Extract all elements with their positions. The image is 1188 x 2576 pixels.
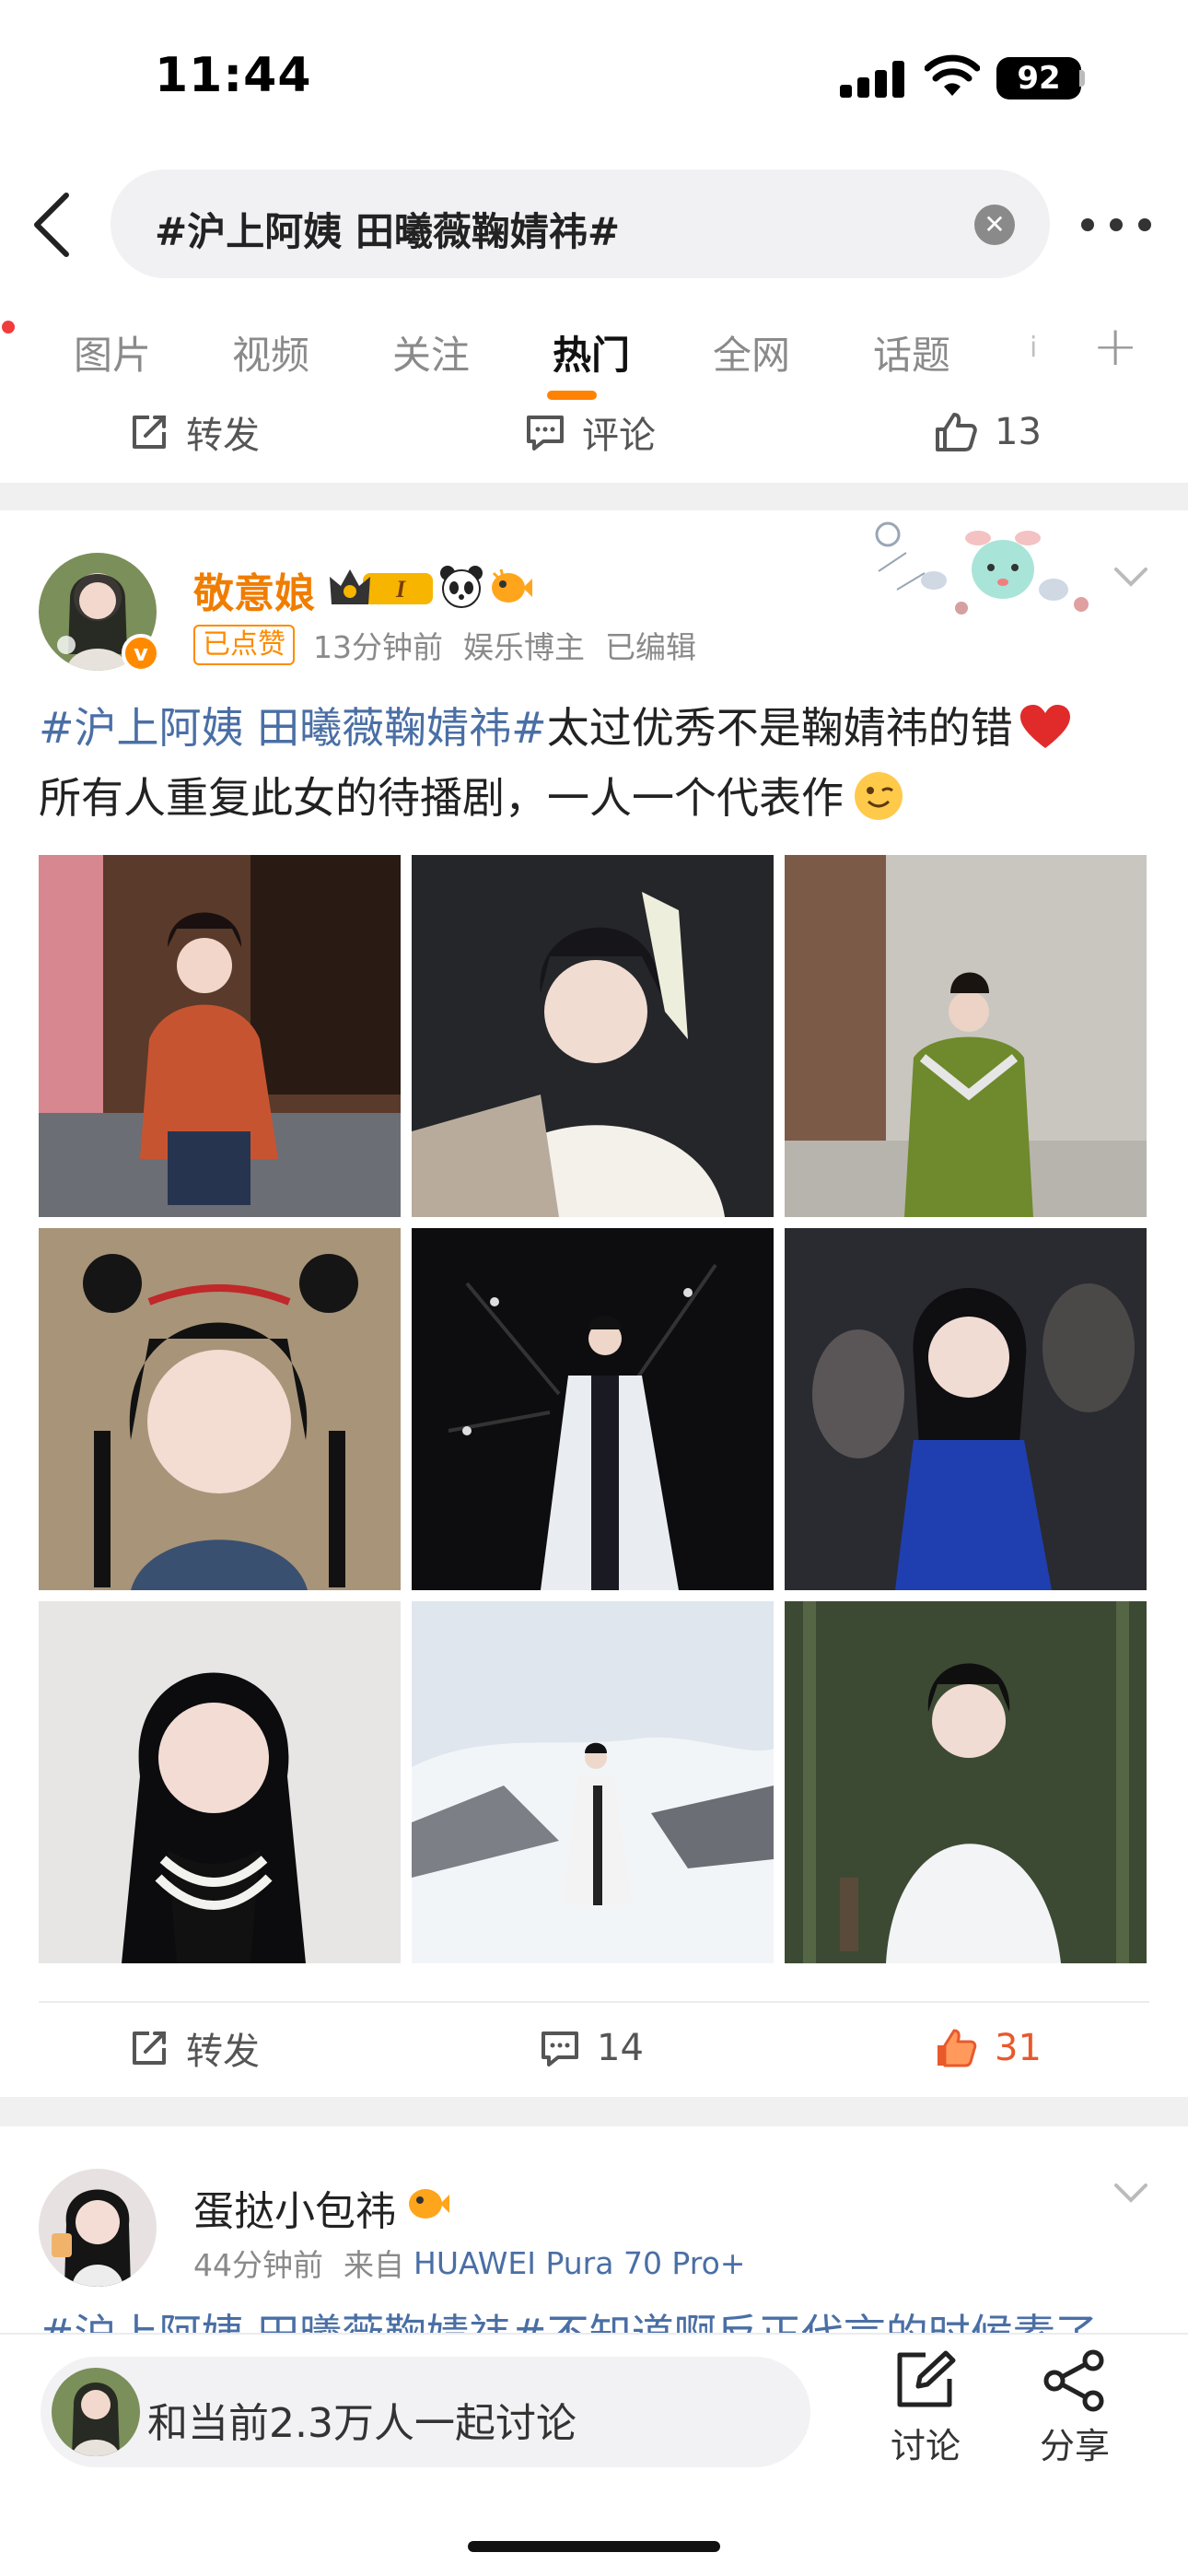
like-button[interactable]: 31 — [934, 2023, 1042, 2073]
tab-videos[interactable]: 视频 — [232, 324, 309, 381]
battery-icon: 92 — [996, 57, 1081, 100]
edit-icon — [897, 2350, 956, 2407]
photo-grid — [39, 855, 1147, 1964]
tab-all-web[interactable]: 全网 — [713, 324, 790, 381]
device-source[interactable]: HUAWEI Pura 70 Pro+ — [413, 2245, 745, 2281]
photo-8[interactable] — [412, 1601, 774, 1963]
fish-badge-icon — [492, 568, 532, 603]
post-separator — [0, 2097, 1188, 2126]
more-dots-icon[interactable] — [1081, 208, 1151, 241]
avatar[interactable] — [39, 2169, 157, 2287]
status-bar: 11:44 92 — [0, 0, 1188, 157]
fish-badge-icon — [409, 2189, 449, 2219]
chevron-down-icon[interactable] — [1112, 2182, 1149, 2206]
wink-emoji-icon — [855, 772, 903, 820]
discuss-input[interactable]: 和当前2.3万人一起讨论 — [41, 2357, 810, 2467]
post-time: 13分钟前 — [313, 629, 443, 665]
repost-label: 转发 — [186, 415, 260, 457]
post-meta: 44分钟前 来自 HUAWEI Pura 70 Pro+ — [193, 2241, 745, 2285]
repost-label: 转发 — [186, 2031, 260, 2073]
close-icon[interactable]: ✕ — [974, 205, 1015, 245]
signal-icon — [840, 61, 906, 98]
heart-emoji-icon — [1019, 705, 1070, 748]
comment-count: 14 — [597, 2027, 644, 2069]
post-text-line2: 所有人重复此女的待播剧，一人一个代表作 — [39, 773, 844, 823]
thumbs-up-icon — [936, 413, 977, 451]
post-text-line1: 太过优秀不是鞠婧祎的错 — [546, 703, 1013, 753]
share-icon — [1043, 2349, 1104, 2412]
thumbs-up-icon — [938, 2029, 977, 2067]
author-name[interactable]: 蛋挞小包祎 — [193, 2178, 396, 2237]
photo-9[interactable] — [785, 1601, 1147, 1963]
home-indicator — [468, 2541, 720, 2552]
wifi-icon — [925, 54, 980, 96]
post-text-preview: #沪上阿姨 田曦薇鞠婧祎#不知道啊反正代言的时候素了 — [39, 2310, 1098, 2336]
liked-tag: 已点赞 — [193, 625, 295, 665]
post-meta: 已点赞 13分钟前 娱乐博主 已编辑 — [193, 623, 716, 667]
vip-level-badge-icon: I — [330, 569, 433, 604]
photo-3[interactable] — [785, 855, 1147, 1217]
search-query: #沪上阿姨 田曦薇鞠婧祎# — [155, 209, 621, 254]
repost-icon — [133, 2032, 166, 2065]
hashtag-link[interactable]: #沪上阿姨 田曦薇鞠婧祎# — [39, 703, 547, 753]
discuss-prompt: 和当前2.3万人一起讨论 — [147, 2400, 577, 2447]
tab-images[interactable]: 图片 — [74, 324, 151, 381]
like-button[interactable]: 13 — [934, 407, 1042, 457]
share-button[interactable]: 分享 — [1024, 2349, 1125, 2468]
post-actions: 转发 14 31 — [0, 2007, 1188, 2090]
bottom-bar: 和当前2.3万人一起讨论 讨论 分享 — [0, 2333, 1188, 2576]
comment-button[interactable]: 评论 — [525, 407, 656, 457]
divider — [39, 2001, 1149, 2003]
back-button[interactable] — [26, 190, 77, 260]
comment-icon — [527, 416, 564, 451]
like-count: 31 — [995, 2027, 1042, 2069]
post-time: 44分钟前 — [193, 2247, 323, 2283]
comment-button[interactable]: 14 — [540, 2023, 644, 2073]
edited-label: 已编辑 — [605, 629, 696, 665]
avatar — [52, 2368, 140, 2456]
source-prefix: 来自 — [344, 2247, 404, 2283]
verified-badge-icon: v — [122, 634, 160, 673]
tab-hot[interactable]: 热门 — [553, 324, 630, 381]
battery-tip — [1079, 70, 1085, 87]
tab-partial[interactable]: i — [1030, 332, 1037, 364]
comment-icon — [542, 2032, 578, 2067]
photo-4[interactable] — [39, 1228, 401, 1590]
discuss-label: 讨论 — [890, 2426, 961, 2466]
repost-button[interactable]: 转发 — [129, 407, 260, 457]
chevron-down-icon[interactable] — [1112, 566, 1149, 590]
discuss-button[interactable]: 讨论 — [875, 2349, 976, 2468]
repost-icon — [133, 416, 166, 449]
search-input[interactable]: #沪上阿姨 田曦薇鞠婧祎# ✕ — [111, 170, 1050, 278]
photo-2[interactable] — [412, 855, 774, 1217]
share-label: 分享 — [1039, 2426, 1110, 2466]
tab-topics[interactable]: 话题 — [873, 324, 950, 381]
post-separator — [0, 483, 1188, 510]
add-tab-icon[interactable]: + — [1092, 319, 1138, 374]
post-body: #沪上阿姨 田曦薇鞠婧祎#太过优秀不是鞠婧祎的错 所有人重复此女的待播剧，一人一… — [39, 693, 1153, 833]
author-name[interactable]: 敬意娘 — [193, 560, 315, 619]
photo-6[interactable] — [785, 1228, 1147, 1590]
photo-7[interactable] — [39, 1601, 401, 1963]
photo-1[interactable] — [39, 855, 401, 1217]
tab-following[interactable]: 关注 — [392, 324, 470, 381]
status-time: 11:44 — [155, 48, 312, 103]
panda-badge-icon — [440, 566, 483, 608]
decorative-sticker-icon — [875, 521, 1089, 615]
comment-label: 评论 — [582, 415, 656, 457]
svg-text:I: I — [395, 576, 406, 603]
photo-5[interactable] — [412, 1228, 774, 1590]
like-count: 13 — [995, 411, 1042, 453]
author-role: 娱乐博主 — [463, 629, 585, 665]
prev-post-actions: 转发 评论 13 — [0, 391, 1188, 474]
repost-button[interactable]: 转发 — [129, 2023, 260, 2073]
